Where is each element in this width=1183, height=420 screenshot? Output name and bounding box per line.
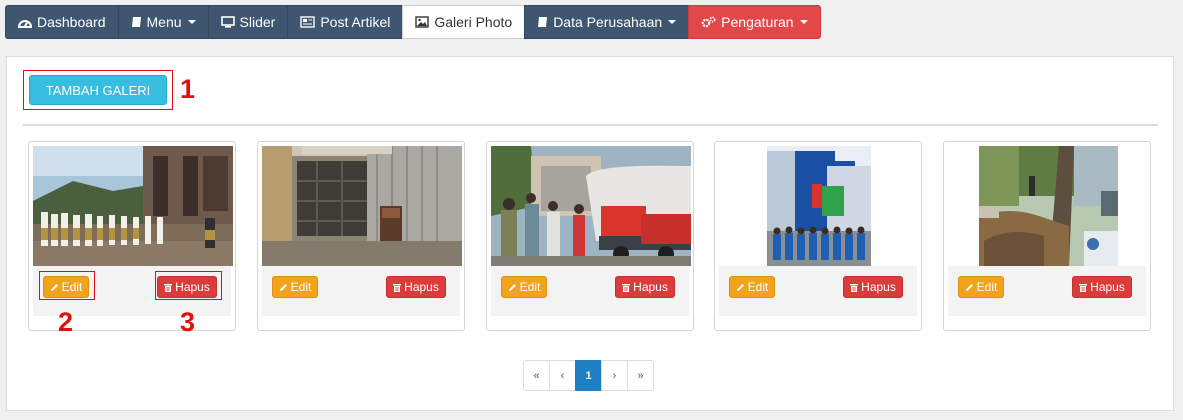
gears-icon [701,16,716,28]
pagination-page-1[interactable]: 1 [575,360,602,391]
edit-button[interactable]: Edit [272,276,318,298]
gallery-card: Edit Hapus [943,141,1151,331]
water-truck-crowd-photo [491,146,691,266]
pencil-icon [965,283,973,291]
monitor-icon [220,16,235,28]
nav-post-artikel[interactable]: Post Artikel [287,5,403,39]
edit-button[interactable]: Edit [501,276,547,298]
pagination-next[interactable]: › [601,360,628,391]
pagination-first[interactable]: « [523,360,550,391]
edit-button-label: Edit [519,280,541,294]
gallery-card: Edit Hapus [257,141,465,331]
nav-galeri-photo[interactable]: Galeri Photo [402,5,525,39]
book-icon [131,17,141,27]
gallery-card: Edit Hapus [486,141,694,331]
pencil-icon [508,283,516,291]
trash-icon [850,283,859,292]
pagination: « ‹ 1 › » [523,360,654,391]
nav-post-artikel-label: Post Artikel [320,14,391,30]
window-and-water-pipe-photo [262,146,462,266]
trash-icon [622,283,631,292]
annotation-box-3 [155,271,222,300]
annotation-number-1: 1 [180,74,196,104]
nav-menu-label: Menu [146,14,182,30]
chevron-down-icon [668,20,677,24]
card-footer: Edit Hapus [491,266,689,316]
nav-pengaturan-label: Pengaturan [721,14,794,30]
ceremony-group-photo [33,146,233,266]
delete-button-label: Hapus [633,280,668,294]
add-gallery-button[interactable]: TAMBAH GALERI [29,75,167,105]
card-footer: Edit Hapus [948,266,1146,316]
chevron-down-icon [799,20,808,24]
nav-data-perusahaan-label: Data Perusahaan [553,14,663,30]
edit-button-label: Edit [747,280,769,294]
delete-button-label: Hapus [1090,280,1125,294]
pagination-last[interactable]: » [627,360,654,391]
trash-icon [393,283,402,292]
trash-icon [1079,283,1088,292]
newspaper-icon [300,16,316,28]
pagination-prev[interactable]: ‹ [549,360,576,391]
tree-and-pipe-excavation-photo [979,146,1118,266]
nav-menu[interactable]: Menu [117,5,208,39]
pencil-icon [279,283,287,291]
annotation-box-2 [39,271,95,300]
edit-button[interactable]: Edit [958,276,1004,298]
nav-galeri-photo-label: Galeri Photo [434,14,513,30]
nav-dashboard-label: Dashboard [37,14,106,30]
image-icon [415,16,430,28]
annotation-number-3: 3 [180,307,196,337]
gallery-card: Edit Hapus [28,141,236,331]
delete-button[interactable]: Hapus [386,276,446,298]
delete-button[interactable]: Hapus [843,276,903,298]
dashboard-icon [18,20,32,28]
chevron-down-icon [187,20,196,24]
book-icon [538,17,548,27]
divider [23,124,1158,126]
card-footer: Edit Hapus [262,266,460,316]
nav-dashboard[interactable]: Dashboard [5,5,118,39]
edit-button-label: Edit [290,280,312,294]
delete-button-label: Hapus [404,280,439,294]
nav-slider-label: Slider [239,14,276,30]
edit-button-label: Edit [976,280,998,294]
delete-button[interactable]: Hapus [615,276,675,298]
nav-pengaturan[interactable]: Pengaturan [688,5,821,39]
nav-slider[interactable]: Slider [207,5,288,39]
nav-data-perusahaan[interactable]: Data Perusahaan [524,5,689,39]
gallery-card: Edit Hapus [714,141,922,331]
main-nav: Dashboard Menu Slider Post Artikel Galer… [5,5,821,39]
delete-button-label: Hapus [861,280,896,294]
pdam-office-building-photo [767,146,871,266]
delete-button[interactable]: Hapus [1072,276,1132,298]
card-footer: Edit Hapus [719,266,917,316]
edit-button[interactable]: Edit [729,276,775,298]
annotation-number-2: 2 [58,307,74,337]
pencil-icon [736,283,744,291]
